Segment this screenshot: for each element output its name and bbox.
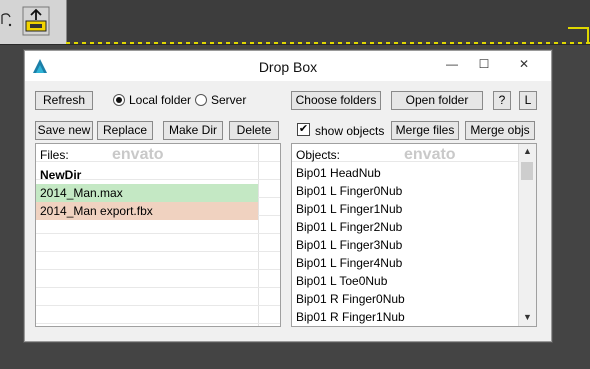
close-button[interactable]: ✕ <box>509 54 539 74</box>
object-item[interactable]: Bip01 L Toe0Nub <box>296 272 387 290</box>
dropbox-tool-icon[interactable] <box>22 6 50 36</box>
files-grid-row <box>36 270 280 288</box>
scroll-thumb[interactable] <box>521 162 533 180</box>
make-dir-button[interactable]: Make Dir <box>163 121 223 140</box>
merge-objs-button[interactable]: Merge objs <box>465 121 535 140</box>
show-objects-label: show objects <box>315 124 385 138</box>
local-folder-label: Local folder <box>129 93 192 107</box>
help-button[interactable]: ? <box>493 91 511 110</box>
l-button[interactable]: L <box>519 91 537 110</box>
selection-corner-bracket <box>568 27 589 42</box>
objects-panel[interactable]: Objects: envato Bip01 HeadNub Bip01 L Fi… <box>291 143 537 327</box>
refresh-button[interactable]: Refresh <box>35 91 93 110</box>
file-item-fbx[interactable]: 2014_Man export.fbx <box>36 202 258 220</box>
object-item[interactable]: Bip01 L Finger3Nub <box>296 236 402 254</box>
files-header: Files: <box>40 148 69 162</box>
replace-button[interactable]: Replace <box>97 121 153 140</box>
minimize-button[interactable]: — <box>437 54 467 74</box>
files-panel[interactable]: Files: envato NewDir 2014_Man.max 2014_M… <box>35 143 281 327</box>
local-folder-radio[interactable] <box>113 94 125 106</box>
files-grid-row <box>36 306 280 324</box>
save-new-button[interactable]: Save new <box>35 121 93 140</box>
object-item[interactable]: Bip01 L Finger4Nub <box>296 254 402 272</box>
merge-files-button[interactable]: Merge files <box>391 121 459 140</box>
select-lasso-icon[interactable] <box>0 12 14 28</box>
drop-box-dialog: Drop Box — ☐ ✕ Refresh Local folder Serv… <box>24 50 552 342</box>
title-bar[interactable]: Drop Box — ☐ ✕ <box>25 51 551 81</box>
object-item[interactable]: Bip01 R Finger0Nub <box>296 290 405 308</box>
object-item[interactable]: Bip01 L Finger1Nub <box>296 200 402 218</box>
maximize-button[interactable]: ☐ <box>469 54 499 74</box>
server-radio[interactable] <box>195 94 207 106</box>
files-grid-row <box>36 288 280 306</box>
selection-marker <box>66 42 590 44</box>
host-toolbar <box>0 0 590 45</box>
server-label: Server <box>211 93 247 107</box>
object-item[interactable]: Bip01 R Finger1Nub <box>296 308 405 326</box>
object-item[interactable]: Bip01 L Finger2Nub <box>296 218 402 236</box>
scroll-up-icon[interactable]: ▲ <box>519 144 536 158</box>
choose-folders-button[interactable]: Choose folders <box>291 91 381 110</box>
delete-button[interactable]: Delete <box>229 121 279 140</box>
host-tool-panel <box>0 0 67 44</box>
files-grid-row <box>36 234 280 252</box>
watermark-text: envato <box>404 146 456 163</box>
open-folder-button[interactable]: Open folder <box>391 91 483 110</box>
file-item-newdir[interactable]: NewDir <box>36 166 258 184</box>
objects-scrollbar[interactable]: ▲ ▼ <box>518 144 536 326</box>
scroll-down-icon[interactable]: ▼ <box>519 310 536 324</box>
files-grid-row <box>36 252 280 270</box>
show-objects-checkbox[interactable]: ✔ <box>297 123 310 136</box>
object-item[interactable]: Bip01 L Finger0Nub <box>296 182 402 200</box>
objects-header: Objects: <box>296 148 341 162</box>
object-item[interactable]: Bip01 HeadNub <box>296 164 381 182</box>
watermark-text: envato <box>112 146 164 163</box>
file-item-max[interactable]: 2014_Man.max <box>36 184 258 202</box>
